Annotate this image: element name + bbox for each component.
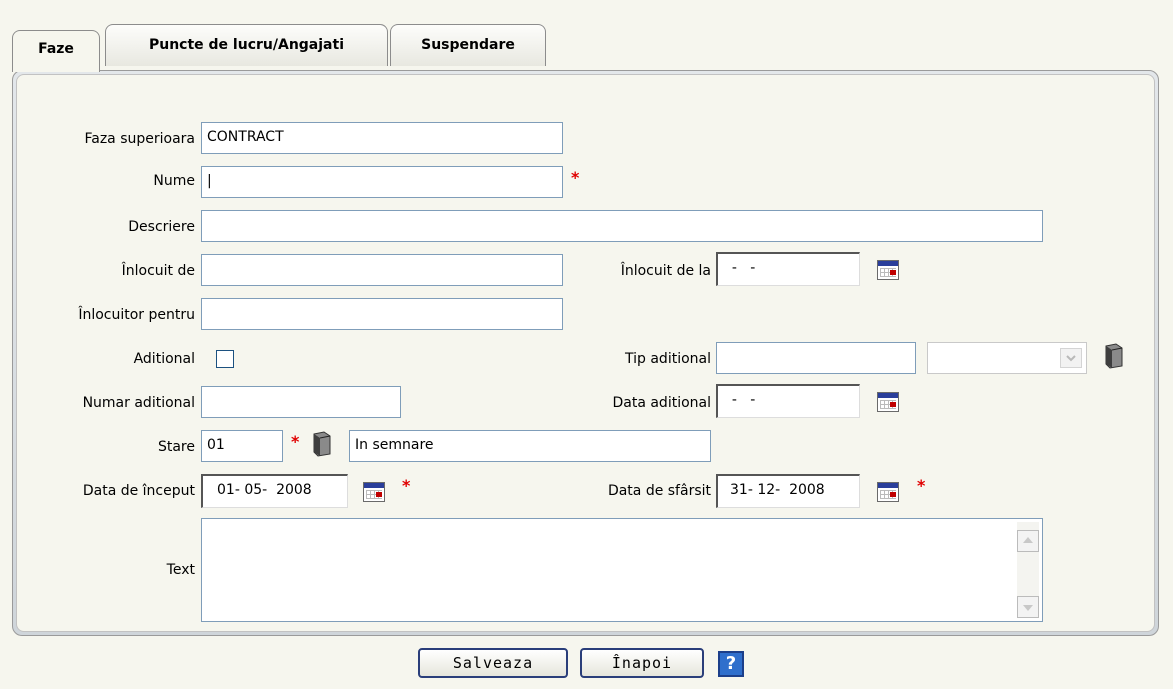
tip-aditional-select[interactable] [927,342,1087,374]
calendar-icon[interactable] [877,392,899,412]
back-button-label: Înapoi [611,654,673,672]
data-sfarsit-label: Data de sfârsit [607,483,711,499]
back-button[interactable]: Înapoi [580,648,704,678]
scroll-down-icon[interactable] [1017,596,1039,618]
tab-puncte-de-lucru[interactable]: Puncte de lucru/Angajati [105,24,388,66]
descriere-label: Descriere [128,219,195,235]
vertical-scrollbar[interactable] [1017,522,1039,618]
tab-faze[interactable]: Faze [12,30,100,72]
descriere-input[interactable] [201,210,1043,242]
stare-label: Stare [157,439,195,455]
text-area[interactable] [201,518,1043,622]
tab-label: Suspendare [421,37,515,53]
stare-code-input[interactable]: 01 [201,430,283,462]
inlocuitor-pentru-label: Înlocuitor pentru [78,307,195,323]
numar-aditional-label: Numar aditional [82,395,195,411]
scroll-up-icon[interactable] [1017,530,1039,552]
nume-label: Nume [153,173,195,189]
inlocuitor-pentru-input[interactable] [201,298,563,330]
faza-superioara-input[interactable]: CONTRACT [201,122,563,154]
tab-label: Puncte de lucru/Angajati [148,37,344,53]
help-icon[interactable]: ? [718,651,744,677]
aditional-checkbox[interactable] [216,350,234,368]
inlocuit-de-la-date-input[interactable]: - - [716,252,860,286]
lookup-book-icon[interactable] [1102,342,1124,369]
tab-suspendare[interactable]: Suspendare [390,24,546,66]
calendar-icon[interactable] [877,260,899,280]
data-inceput-required-marker: * [402,476,411,495]
numar-aditional-input[interactable] [201,386,401,418]
tip-aditional-input[interactable] [716,342,916,374]
inlocuit-de-la-label: Înlocuit de la [620,263,711,279]
save-button-label: Salveaza [452,654,534,672]
data-aditional-date-input[interactable]: - - [716,384,860,418]
calendar-icon[interactable] [877,482,899,502]
calendar-icon[interactable] [363,482,385,502]
nume-input[interactable]: | [201,166,563,198]
data-sfarsit-required-marker: * [917,476,926,495]
faza-superioara-label: Faza superioara [84,131,195,147]
aditional-label: Aditional [133,351,195,367]
data-aditional-label: Data aditional [612,395,711,411]
stare-description-input[interactable]: In semnare [349,430,711,462]
tab-label: Faze [38,41,74,57]
tip-aditional-label: Tip aditional [625,351,711,367]
inlocuit-de-label: Înlocuit de [121,263,195,279]
text-label: Text [166,562,195,578]
lookup-book-icon[interactable] [310,430,332,457]
data-inceput-label: Data de început [82,483,195,499]
chevron-down-icon[interactable] [1060,348,1082,368]
nume-required-marker: * [571,168,580,187]
save-button[interactable]: Salveaza [418,648,568,678]
help-glyph: ? [725,653,737,674]
stare-required-marker: * [291,432,300,451]
inlocuit-de-input[interactable] [201,254,563,286]
data-inceput-date-input[interactable]: 01- 05- 2008 [201,474,348,508]
data-sfarsit-date-input[interactable]: 31- 12- 2008 [716,474,860,508]
